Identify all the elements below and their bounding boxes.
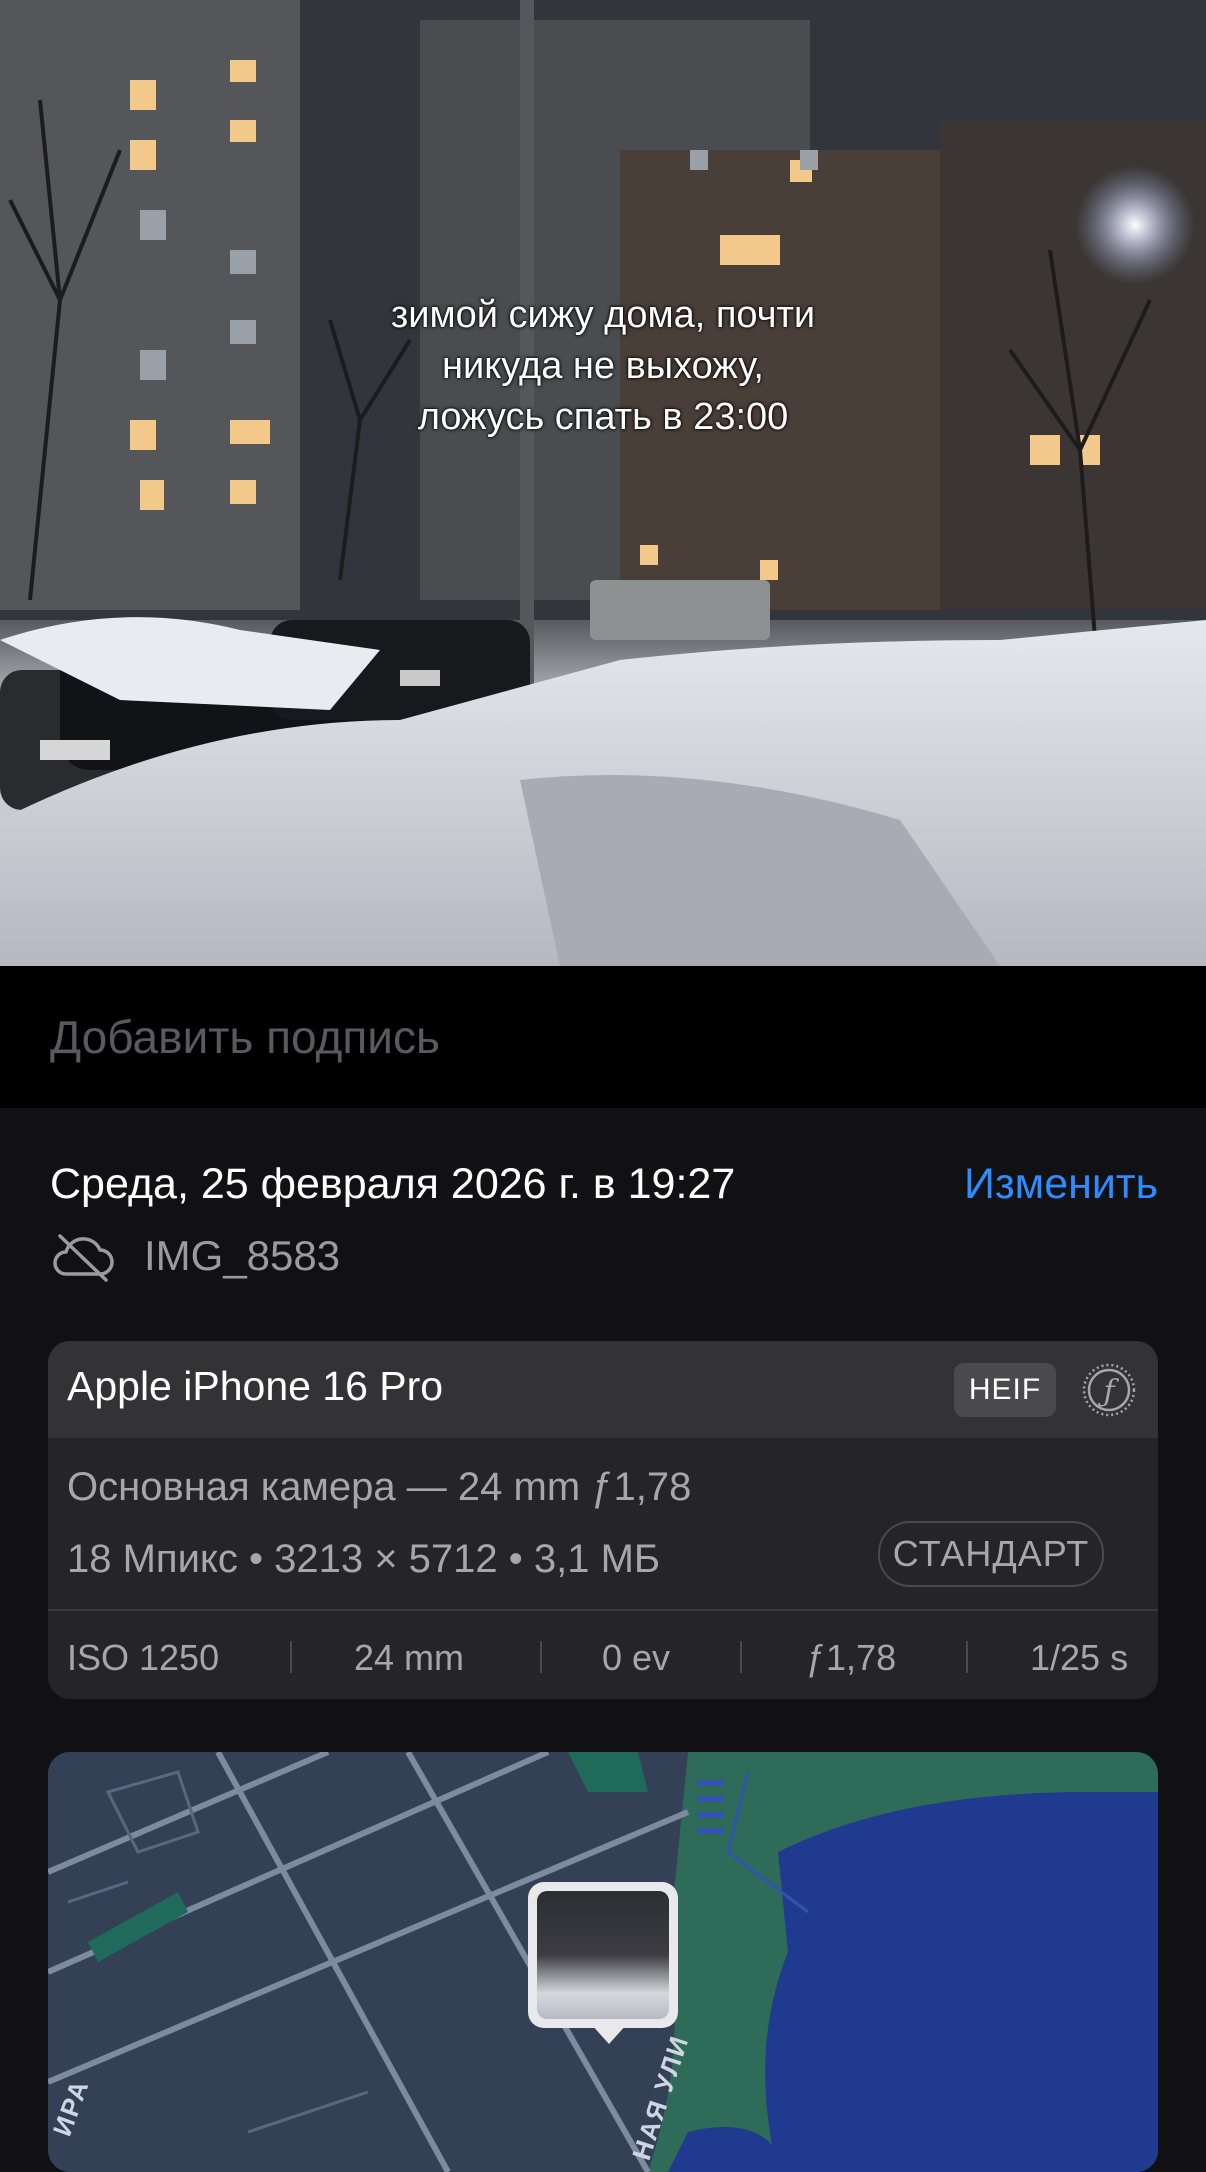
exif-focal-length: 24 mm	[354, 1637, 465, 1678]
exif-separator	[540, 1641, 542, 1673]
map-photo-thumbnail	[537, 1891, 669, 2019]
exif-separator	[740, 1641, 742, 1673]
location-map[interactable]: ИРА НАЯ УЛИ	[48, 1752, 1158, 2172]
cloud-slash-icon	[53, 1234, 114, 1282]
exif-exposure: 0 ev	[602, 1637, 671, 1678]
overlay-line: ложусь спать в 23:00	[417, 396, 789, 438]
camera-info-card: Apple iPhone 16 Pro HEIF ƒ Основная каме…	[48, 1341, 1158, 1699]
exif-separator	[290, 1641, 292, 1673]
exif-separator	[966, 1641, 968, 1673]
map-photo-pin[interactable]	[528, 1882, 678, 2028]
overlay-line: зимой сижу дома, почти	[390, 294, 816, 336]
exif-row: ISO 1250 24 mm 0 ev ƒ1,78 1/25 s	[48, 1613, 1158, 1699]
format-badge: HEIF	[954, 1363, 1056, 1417]
camera-card-header: Apple iPhone 16 Pro HEIF ƒ	[48, 1341, 1158, 1438]
caption-input[interactable]	[48, 1004, 1152, 1070]
svg-text:ƒ: ƒ	[1097, 1374, 1119, 1409]
divider	[48, 1609, 1158, 1611]
photo-viewer[interactable]: зимой сижу дома, почти никуда не выхожу,…	[0, 0, 1206, 966]
photo-scene	[0, 0, 1206, 966]
caption-bar	[0, 966, 1206, 1108]
map-pin-pointer	[591, 2024, 627, 2044]
photo-overlay-text: зимой сижу дома, почти никуда не выхожу,…	[0, 290, 1206, 443]
file-name: IMG_8583	[144, 1232, 341, 1279]
exif-aperture: ƒ1,78	[806, 1637, 897, 1678]
photo-date: Среда, 25 февраля 2026 г. в 19:27	[50, 1160, 736, 1208]
overlay-line: никуда не выхожу,	[442, 345, 764, 387]
aperture-f-icon[interactable]: ƒ	[1080, 1361, 1138, 1419]
photo-style-badge[interactable]: СТАНДАРТ	[878, 1521, 1104, 1587]
device-name: Apple iPhone 16 Pro	[67, 1363, 444, 1409]
exif-iso: ISO 1250	[67, 1637, 220, 1678]
image-specs: 18 Мпикс • 3213 × 5712 • 3,1 МБ	[67, 1537, 661, 1581]
lens-info: Основная камера — 24 mm ƒ1,78	[67, 1465, 692, 1509]
edit-date-button[interactable]: Изменить	[964, 1160, 1158, 1209]
exif-shutter: 1/25 s	[1030, 1637, 1129, 1678]
